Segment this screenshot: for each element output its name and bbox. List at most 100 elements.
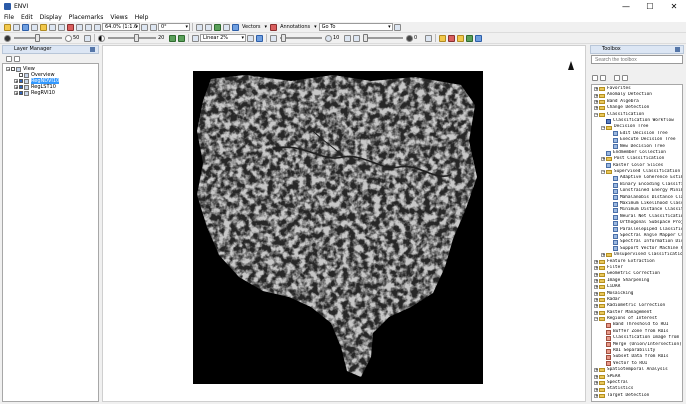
layer-visibility-checkbox[interactable]	[11, 67, 15, 71]
layer-visibility-checkbox[interactable]	[19, 91, 23, 95]
layer-visibility-checkbox[interactable]	[19, 79, 23, 83]
toolbox-expander-icon[interactable]: +	[594, 291, 598, 296]
goto-button-icon[interactable]	[393, 23, 401, 31]
brightness-slider[interactable]	[14, 34, 62, 42]
toolbox-expander-icon[interactable]: +	[594, 259, 598, 264]
toolbox-expander-icon[interactable]: +	[594, 272, 598, 277]
contrast-slider[interactable]	[108, 34, 156, 42]
profile-icon[interactable]	[457, 34, 464, 42]
layer-visibility-checkbox[interactable]	[19, 85, 23, 89]
portal-icon[interactable]	[439, 34, 446, 42]
toolbox-folder[interactable]: + Target Detection	[592, 393, 682, 399]
contrast-handle[interactable]	[133, 34, 139, 42]
toolbox-expander-icon[interactable]: +	[601, 253, 605, 258]
toolbox-expander-icon[interactable]: +	[594, 93, 598, 98]
toolbox-expander-icon[interactable]: −	[601, 125, 605, 130]
transparency-slider[interactable]	[363, 34, 403, 42]
zoom-out-icon[interactable]	[85, 23, 92, 31]
transparency-reset-icon[interactable]	[425, 34, 432, 42]
brightness-handle[interactable]	[35, 34, 40, 42]
zoom-in-icon[interactable]	[76, 23, 83, 31]
toolbox-expander-icon[interactable]: +	[594, 285, 598, 290]
pan-hand-icon[interactable]	[40, 23, 47, 31]
menu-placemarks[interactable]: Placemarks	[69, 14, 104, 21]
toolbox-expander-icon[interactable]: +	[594, 298, 598, 303]
toolbox-search-input[interactable]	[591, 55, 683, 64]
select-icon[interactable]	[31, 23, 38, 31]
toolbox-expander-icon[interactable]: +	[594, 278, 598, 283]
maximize-button[interactable]: ☐	[638, 0, 662, 12]
layer-icon[interactable]	[22, 23, 29, 31]
ndvi-raster-image[interactable]	[193, 71, 483, 384]
annotations-menu[interactable]: Annotations	[280, 24, 310, 30]
toolbox-pin-icon[interactable]	[675, 47, 680, 52]
contrast-reset-icon[interactable]	[169, 34, 176, 42]
toolbox-expander-icon[interactable]: +	[594, 99, 598, 104]
brightness-reset-icon[interactable]	[84, 34, 91, 42]
toolbox-expander-icon[interactable]: +	[594, 304, 598, 309]
toolbox-expand-icon[interactable]	[600, 75, 606, 81]
annotation-icon[interactable]	[270, 23, 278, 31]
menu-views[interactable]: Views	[110, 14, 127, 21]
menu-file[interactable]: File	[4, 14, 14, 21]
spectral-icon[interactable]	[475, 34, 482, 42]
rotate-right-icon[interactable]	[150, 23, 157, 31]
stretch-combo[interactable]: Linear 2%	[200, 34, 246, 42]
toolbox-expander-icon[interactable]: −	[594, 317, 598, 322]
layer-item[interactable]: + RegRVI10	[3, 90, 98, 96]
layer-visibility-checkbox[interactable]	[19, 73, 23, 77]
measure-icon[interactable]	[223, 23, 230, 31]
collapse-all-icon[interactable]	[6, 56, 12, 62]
toolbox-expander-icon[interactable]: +	[594, 381, 598, 386]
toolbox-expander-icon[interactable]: +	[594, 387, 598, 392]
toolbox-settings-icon[interactable]	[622, 75, 628, 81]
menu-help[interactable]: Help	[135, 14, 149, 21]
crosshair-icon[interactable]	[196, 23, 203, 31]
layer-expander-icon[interactable]: +	[14, 91, 18, 96]
menu-edit[interactable]: Edit	[21, 14, 33, 21]
toolbox-expander-icon[interactable]: +	[601, 157, 605, 162]
toolbox-refresh-icon[interactable]	[614, 75, 620, 81]
cursor-value-icon[interactable]	[205, 23, 212, 31]
sharpen-reset-icon[interactable]	[344, 34, 351, 42]
toolbox-expander-icon[interactable]: +	[594, 393, 598, 398]
export-icon[interactable]	[466, 34, 473, 42]
chip-icon[interactable]	[448, 34, 455, 42]
vectors-dropdown-icon[interactable]: ▾	[265, 24, 268, 30]
goto-combo[interactable]: Go To	[318, 23, 393, 31]
sharpen-handle[interactable]	[281, 34, 287, 42]
layer-expander-icon[interactable]: −	[6, 67, 10, 72]
layer-expander-icon[interactable]: +	[14, 85, 18, 90]
toolbox-expander-icon[interactable]: +	[594, 87, 598, 92]
close-button[interactable]: ✕	[662, 0, 686, 12]
fly-icon[interactable]	[49, 23, 56, 31]
rotation-combo[interactable]: 0°	[158, 23, 190, 31]
minimize-button[interactable]: —	[614, 0, 638, 12]
toolbox-expander-icon[interactable]: −	[601, 170, 605, 175]
layer-expander-icon[interactable]: +	[14, 79, 18, 84]
toolbox-expander-icon[interactable]: +	[594, 310, 598, 315]
data-manager-icon[interactable]	[13, 23, 20, 31]
annotations-dropdown-icon[interactable]: ▾	[314, 24, 317, 30]
stretch-reset-icon[interactable]	[247, 34, 254, 42]
menu-display[interactable]: Display	[40, 14, 62, 21]
rotate-left-icon[interactable]	[141, 23, 148, 31]
toolbox-expander-icon[interactable]: +	[594, 368, 598, 373]
open-file-icon[interactable]	[4, 23, 11, 31]
histogram-icon[interactable]	[256, 34, 263, 42]
toolbox-expander-icon[interactable]: −	[594, 112, 598, 117]
transparency-handle[interactable]	[363, 34, 368, 42]
zoom-combo[interactable]: 64.0% (1:1.6	[102, 23, 140, 31]
roi-icon[interactable]	[67, 23, 74, 31]
expand-all-icon[interactable]	[14, 56, 20, 62]
toolbox-collapse-icon[interactable]	[592, 75, 598, 81]
zoom-fit-icon[interactable]	[94, 23, 101, 31]
rotate-icon[interactable]	[58, 23, 65, 31]
toolbox-expander-icon[interactable]: +	[594, 266, 598, 271]
sharpen-slider[interactable]	[280, 34, 322, 42]
vectors-menu[interactable]: Vectors	[242, 24, 261, 30]
pixel-locator-icon[interactable]	[214, 23, 221, 31]
image-view[interactable]	[102, 45, 586, 402]
layer-manager-pin-icon[interactable]	[90, 47, 95, 52]
toolbox-expander-icon[interactable]: +	[594, 374, 598, 379]
